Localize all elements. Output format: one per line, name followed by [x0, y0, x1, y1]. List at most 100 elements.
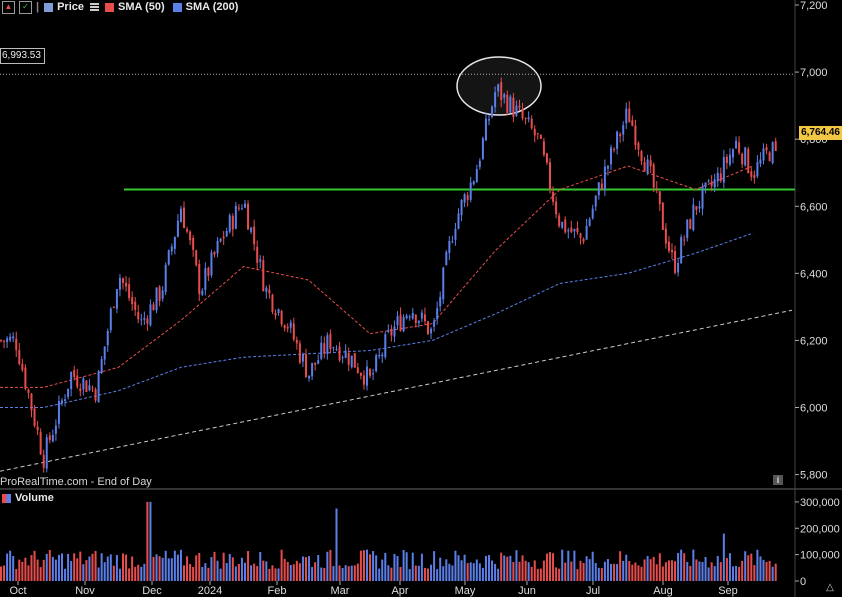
- candle-body: [341, 357, 344, 359]
- candle-body: [491, 106, 494, 118]
- volume-bar: [24, 557, 27, 581]
- candle-body: [539, 135, 542, 139]
- volume-bar: [747, 555, 750, 581]
- candle-body: [527, 117, 530, 120]
- volume-bar: [484, 555, 487, 581]
- volume-bar: [286, 561, 289, 581]
- volume-bar: [536, 568, 539, 581]
- volume-bar: [719, 562, 722, 581]
- volume-bar: [164, 550, 167, 581]
- volume-bar: [67, 553, 70, 581]
- candle-body: [573, 229, 576, 232]
- volume-bar: [588, 559, 591, 581]
- candle-body: [762, 148, 765, 161]
- volume-bar: [387, 565, 390, 581]
- menu-icon[interactable]: [90, 3, 99, 11]
- volume-tick-label: 300,000: [800, 497, 840, 509]
- sma200-legend-label: SMA (200): [185, 1, 239, 13]
- volume-bar: [451, 565, 454, 581]
- candle-body: [54, 425, 57, 434]
- volume-bar: [503, 555, 506, 581]
- volume-bar: [481, 567, 484, 581]
- volume-bar: [628, 561, 631, 581]
- volume-bar: [97, 567, 100, 581]
- volume-bar: [594, 563, 597, 581]
- volume-bar: [12, 555, 15, 581]
- volume-bar: [244, 562, 246, 581]
- volume-bar: [76, 558, 79, 581]
- candle-body: [42, 454, 45, 468]
- candle-body: [0, 340, 2, 342]
- candle-body: [716, 172, 719, 182]
- candle-body: [649, 160, 652, 167]
- volume-bar: [347, 566, 350, 581]
- volume-bar: [707, 567, 710, 581]
- volume-bar: [268, 568, 271, 581]
- candle-body: [213, 252, 216, 255]
- candle-body: [378, 354, 381, 357]
- volume-bar: [329, 549, 332, 581]
- volume-bar: [176, 554, 179, 581]
- volume-bar: [216, 560, 219, 581]
- candle-body: [286, 326, 289, 329]
- candle-body: [204, 268, 207, 291]
- volume-bar: [179, 549, 182, 581]
- x-tick-label: Dec: [142, 585, 162, 597]
- candle-body: [39, 431, 42, 455]
- candle-body: [454, 228, 457, 240]
- volume-bar: [271, 565, 274, 581]
- x-tick-label: May: [455, 585, 476, 597]
- volume-bar: [292, 564, 295, 581]
- volume-bar: [768, 560, 771, 581]
- volume-bar: [658, 553, 661, 581]
- candle-body: [393, 326, 396, 337]
- candle-body: [472, 181, 475, 185]
- volume-bar: [433, 551, 436, 581]
- volume-bar: [533, 560, 536, 581]
- volume-bar: [744, 551, 747, 581]
- volume-bar: [311, 566, 314, 581]
- volume-bar: [167, 558, 170, 581]
- scroll-arrow-icon[interactable]: △: [820, 582, 840, 596]
- candle-body: [402, 316, 405, 332]
- candle-body: [305, 354, 307, 378]
- volume-bar: [613, 563, 616, 581]
- chart-area[interactable]: 7,200 7,000 6,800 6,600 6,400 6,200 6,000 5,800…: [0, 0, 842, 597]
- volume-legend-swatch: [2, 493, 11, 503]
- zoom-icon[interactable]: ✓: [19, 0, 32, 14]
- candle-body: [372, 373, 375, 375]
- volume-bar: [683, 553, 686, 581]
- info-icon[interactable]: i: [773, 475, 783, 485]
- volume-bar: [189, 564, 192, 581]
- volume-bar: [161, 557, 164, 581]
- chart-type-icon[interactable]: ▲: [2, 0, 15, 14]
- volume-bar: [603, 561, 606, 581]
- candle-body: [680, 237, 683, 264]
- x-tick-label: 2024: [198, 585, 222, 597]
- y-tick-label: 6,000: [800, 403, 828, 415]
- volume-bar: [372, 551, 375, 581]
- volume-bar: [725, 558, 728, 581]
- volume-bar: [36, 559, 39, 581]
- volume-bar: [112, 565, 115, 581]
- candle-body: [106, 330, 109, 346]
- volume-bar: [326, 551, 329, 581]
- volume-bar: [283, 558, 286, 581]
- candle-body: [36, 426, 39, 431]
- candle-body: [244, 203, 246, 208]
- volume-bar: [518, 561, 521, 581]
- volume-bar: [262, 560, 265, 581]
- y-tick-label: 5,800: [800, 470, 828, 482]
- candle-body: [594, 195, 597, 207]
- volume-bar: [91, 553, 94, 581]
- volume-bar: [637, 565, 640, 581]
- volume-bar: [738, 566, 741, 581]
- candle-body: [381, 354, 384, 357]
- y-tick-label: 7,000: [800, 67, 828, 79]
- candle-body: [567, 229, 570, 232]
- volume-bar: [250, 565, 253, 581]
- candle-body: [579, 233, 582, 239]
- volume-bar: [442, 566, 445, 581]
- volume-bar: [353, 565, 356, 581]
- price-chart[interactable]: 7,2007,0006,8006,6006,4006,2006,0005,800…: [0, 0, 842, 597]
